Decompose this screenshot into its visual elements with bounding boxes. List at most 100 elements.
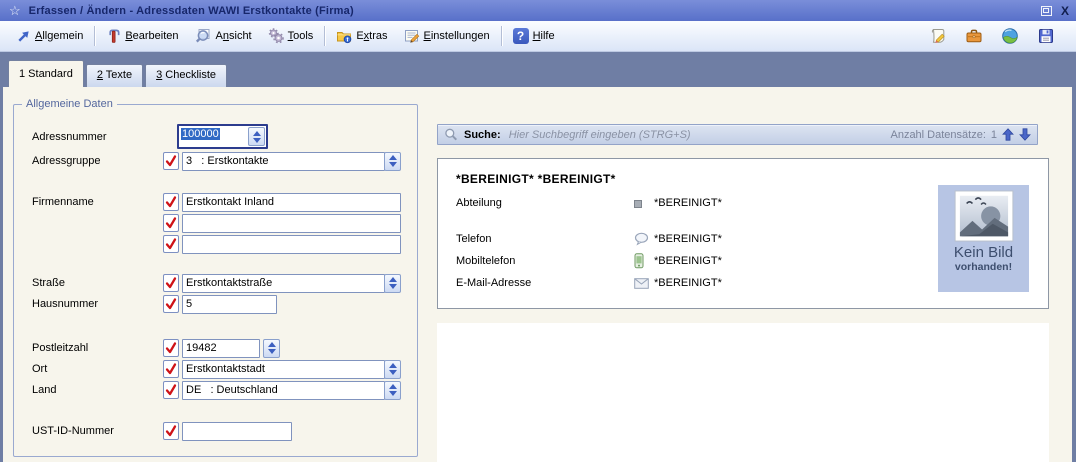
telefon-label: Telefon xyxy=(456,233,491,245)
contact-name-heading: *BEREINIGT* *BEREINIGT* xyxy=(456,172,616,186)
firmenname-input-3[interactable] xyxy=(182,235,401,254)
adressnummer-input[interactable]: 100000 xyxy=(177,124,268,149)
menu-bearbeiten[interactable]: Bearbeiten xyxy=(98,25,186,47)
strasse-input[interactable] xyxy=(182,274,385,293)
maximize-inner-square xyxy=(1043,8,1049,13)
tab-standard[interactable]: 1 Standard xyxy=(8,60,84,87)
strasse-spinner[interactable] xyxy=(384,274,401,293)
adressgruppe-spinner[interactable] xyxy=(384,152,401,171)
mandatory-check-icon[interactable] xyxy=(163,339,179,357)
ustid-label: UST-ID-Nummer xyxy=(32,425,163,437)
menu-label: Ansicht xyxy=(216,30,252,42)
menu-separator xyxy=(324,26,325,46)
no-image-placeholder[interactable]: Kein Bild vorhanden! xyxy=(938,185,1029,292)
menu-hilfe[interactable]: ? Hilfe xyxy=(505,25,563,47)
notes-icon[interactable] xyxy=(928,26,948,46)
row-land: Land xyxy=(14,380,417,400)
titlebar: ☆ Erfassen / Ändern - Adressdaten WAWI E… xyxy=(0,0,1076,21)
mandatory-check-icon[interactable] xyxy=(163,193,179,211)
menu-label: Bearbeiten xyxy=(125,30,178,42)
menu-separator xyxy=(94,26,95,46)
land-spinner[interactable] xyxy=(384,381,401,400)
picture-icon xyxy=(954,190,1014,242)
allgemeine-daten-group: Allgemeine Daten Adressnummer 100000 Adr… xyxy=(13,104,418,457)
row-ort: Ort xyxy=(14,359,417,379)
close-icon[interactable]: X xyxy=(1061,5,1069,17)
no-image-text-line2: vorhanden! xyxy=(938,261,1029,273)
search-input[interactable]: Hier Suchbegriff eingeben (STRG+S) xyxy=(509,129,891,141)
strasse-label: Straße xyxy=(32,277,163,289)
ort-input[interactable] xyxy=(182,360,385,379)
postleitzahl-spinner[interactable] xyxy=(263,339,280,358)
mobiltelefon-label: Mobiltelefon xyxy=(456,255,515,267)
firmenname-input-1[interactable] xyxy=(182,193,401,212)
lower-detail-panel xyxy=(437,323,1049,462)
row-adressnummer: Adressnummer 100000 xyxy=(14,124,417,149)
window-title: Erfassen / Ändern - Adressdaten WAWI Ers… xyxy=(29,5,354,17)
maximize-icon[interactable] xyxy=(1041,6,1052,16)
mandatory-check-icon[interactable] xyxy=(163,381,179,399)
globe-icon[interactable] xyxy=(1000,26,1020,46)
save-icon[interactable] xyxy=(1036,26,1056,46)
folder-icon xyxy=(336,28,352,44)
tab-texte[interactable]: 2 Texte xyxy=(86,64,143,87)
mandatory-check-icon[interactable] xyxy=(163,295,179,313)
postleitzahl-input[interactable] xyxy=(182,339,260,358)
abteilung-value: *BEREINIGT* xyxy=(654,197,722,209)
window-frame: 1 Standard 2 Texte 3 Checkliste Allgemei… xyxy=(0,52,1076,462)
hausnummer-label: Hausnummer xyxy=(32,298,163,310)
help-icon: ? xyxy=(513,28,529,44)
adressgruppe-input[interactable] xyxy=(182,152,385,171)
briefcase-icon[interactable] xyxy=(964,26,984,46)
search-icon xyxy=(444,128,458,142)
mandatory-check-icon[interactable] xyxy=(163,360,179,378)
edit-tool-icon xyxy=(106,28,121,44)
row-firmenname-2 xyxy=(14,213,417,233)
row-firmenname-1: Firmenname xyxy=(14,192,417,212)
mandatory-check-icon[interactable] xyxy=(163,274,179,292)
mandatory-check-icon[interactable] xyxy=(163,152,179,170)
menu-einstellungen[interactable]: Einstellungen xyxy=(396,25,498,47)
menu-label: Einstellungen xyxy=(424,30,490,42)
toolbar-right xyxy=(928,26,1056,46)
search-label: Suche: xyxy=(464,129,501,141)
hausnummer-input[interactable] xyxy=(182,295,277,314)
previous-record-arrow-up-icon[interactable] xyxy=(1002,128,1014,141)
adressnummer-label: Adressnummer xyxy=(32,131,163,143)
next-record-arrow-down-icon[interactable] xyxy=(1019,128,1031,141)
menu-allgemein[interactable]: Allgemein xyxy=(8,26,91,47)
ort-label: Ort xyxy=(32,363,163,375)
records-count: 1 xyxy=(991,129,997,141)
favorite-star-icon[interactable]: ☆ xyxy=(9,4,21,17)
land-label: Land xyxy=(32,384,163,396)
menu-ansicht[interactable]: Ansicht xyxy=(187,25,260,47)
mandatory-check-icon[interactable] xyxy=(163,422,179,440)
ort-spinner[interactable] xyxy=(384,360,401,379)
firmenname-input-2[interactable] xyxy=(182,214,401,233)
row-firmenname-3 xyxy=(14,234,417,254)
menu-label: Extras xyxy=(356,30,387,42)
adressnummer-spinner[interactable] xyxy=(248,127,265,146)
adressnummer-text: 100000 xyxy=(179,126,247,147)
arrow-up-right-icon xyxy=(16,29,31,44)
ustid-input[interactable] xyxy=(182,422,292,441)
menu-label: Tools xyxy=(288,30,314,42)
menu-label: Hilfe xyxy=(533,30,555,42)
land-input[interactable] xyxy=(182,381,385,400)
bullet-square-icon xyxy=(634,197,642,208)
postleitzahl-label: Postleitzahl xyxy=(32,342,163,354)
gears-icon xyxy=(268,28,284,44)
mandatory-check-icon[interactable] xyxy=(163,214,179,232)
row-adressgruppe: Adressgruppe xyxy=(14,151,417,171)
email-value: *BEREINIGT* xyxy=(654,277,722,289)
menu-label: Allgemein xyxy=(35,30,83,42)
row-ustid: UST-ID-Nummer xyxy=(14,421,417,441)
no-image-text-line1: Kein Bild xyxy=(938,244,1029,261)
abteilung-label: Abteilung xyxy=(456,197,502,209)
content-area: Allgemeine Daten Adressnummer 100000 Adr… xyxy=(3,87,1072,462)
menu-tools[interactable]: Tools xyxy=(260,25,322,47)
row-hausnummer: Hausnummer xyxy=(14,294,417,314)
mandatory-check-icon[interactable] xyxy=(163,235,179,253)
menu-extras[interactable]: Extras xyxy=(328,25,395,47)
tab-checkliste[interactable]: 3 Checkliste xyxy=(145,64,227,87)
